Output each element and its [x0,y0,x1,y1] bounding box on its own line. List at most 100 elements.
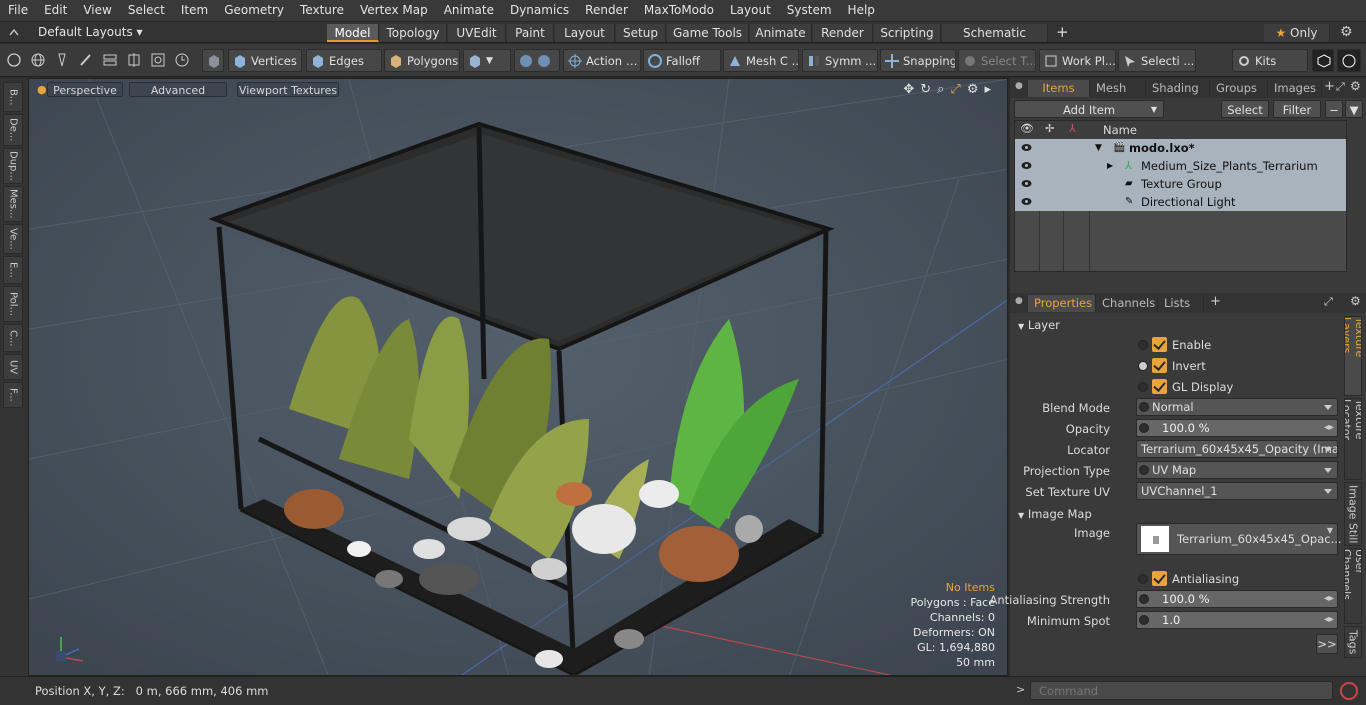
filter-button[interactable]: Filter [1273,100,1321,118]
viewport-gear-icon[interactable]: ⚙ [967,82,979,97]
more-button[interactable]: >> [1316,634,1338,654]
funnel-icon[interactable]: ▼ [1345,100,1363,118]
enable-radio[interactable] [1138,340,1148,350]
image-select[interactable]: Terrarium_60x45x45_Opac... ▼ [1136,523,1342,555]
tab-texture-layers[interactable]: Texture Layers [1344,316,1362,396]
menu-dynamics[interactable]: Dynamics [502,0,577,21]
props-menu-icon[interactable]: ● [1015,296,1023,306]
menu-system[interactable]: System [779,0,840,21]
tab-shading[interactable]: Shading [1146,80,1210,97]
snapping-button[interactable]: Snapping [880,49,956,72]
clock-icon[interactable] [174,52,190,68]
expand-icon[interactable]: ⤢ [1336,80,1345,94]
tab-channels[interactable]: Channels [1096,295,1158,312]
tab-texture-locator[interactable]: Texture Locator [1344,398,1362,480]
tab-setup[interactable]: Setup [616,24,666,42]
item-row-texture-group[interactable]: ▰ Texture Group [1015,175,1346,193]
menu-layout[interactable]: Layout [722,0,779,21]
menu-animate[interactable]: Animate [436,0,502,21]
invert-checkbox[interactable] [1152,358,1167,373]
maximize-icon[interactable]: ⤢ [950,82,960,97]
viewport-textures-button[interactable]: Viewport Textures [237,82,339,97]
left-tab-fusion[interactable]: F... [3,382,23,408]
tab-animate[interactable]: Animate [750,24,812,42]
edges-button[interactable]: Edges [306,49,382,72]
set-texture-uv-select[interactable]: UVChannel_1 [1136,482,1338,500]
align-icon[interactable] [102,52,118,68]
menu-view[interactable]: View [75,0,119,21]
kits-button[interactable]: Kits [1232,49,1308,72]
menu-maxtomodo[interactable]: MaxToModo [636,0,722,21]
tab-render[interactable]: Render [813,24,873,42]
left-tab-polygon[interactable]: Pol... [3,286,23,322]
left-tab-mesh-edit[interactable]: Mes... [3,186,23,222]
item-row-light[interactable]: ✎ Directional Light [1015,193,1346,211]
rotate-icon[interactable]: ↻ [920,82,931,97]
only-toggle[interactable]: ★ Only [1264,24,1330,42]
menu-vertex-map[interactable]: Vertex Map [352,0,436,21]
projection-type-select[interactable]: UV Map [1136,461,1338,479]
command-input[interactable] [1030,681,1333,700]
shading-button[interactable] [202,49,224,72]
add-props-tab-icon[interactable]: + [1210,294,1221,309]
perspective-button[interactable]: Perspective [47,82,123,97]
item-row-mesh[interactable]: ▶ ⅄ Medium_Size_Plants_Terrarium [1015,157,1346,175]
select-through-button[interactable]: Select T... [958,49,1036,72]
slider-arrows-icon[interactable]: ◂▸ [1324,612,1334,628]
menu-geometry[interactable]: Geometry [216,0,292,21]
left-tab-uv[interactable]: UV [3,354,23,380]
tab-groups[interactable]: Groups [1210,80,1268,97]
locator-select[interactable]: Terrarium_60x45x45_Opacity (Ima ... [1136,440,1338,458]
gear-icon[interactable]: ⚙ [1340,24,1353,40]
eye-icon[interactable] [1021,179,1032,188]
left-tab-vertex[interactable]: Ve... [3,224,23,254]
selection-sets-button[interactable]: Selecti ... [1118,49,1196,72]
polygons-button[interactable]: Polygons [384,49,460,72]
tab-mesh[interactable]: Mesh ... [1090,80,1146,112]
tab-model[interactable]: Model [327,24,379,42]
eye-icon[interactable] [1021,143,1032,152]
collapse-all-icon[interactable]: − [1325,100,1343,118]
tab-image-still[interactable]: Image Still [1344,482,1362,546]
tab-items[interactable]: Items [1028,80,1090,97]
item-mode-dropdown[interactable]: ▼ [463,49,511,72]
left-tab-deform[interactable]: De... [3,114,23,146]
viewport-dot-icon[interactable]: ● [37,82,47,97]
action-center-button[interactable]: Action… [563,49,641,72]
frame-icon[interactable] [150,52,166,68]
props-gear-icon[interactable]: ⚙ [1350,294,1361,308]
slider-arrows-icon[interactable]: ◂▸ [1324,420,1334,436]
collapse-arrow-icon[interactable]: ▶ [1107,157,1113,175]
min-spot-field[interactable]: 1.0 ◂▸ [1136,611,1338,629]
symmetry-toggle-icons[interactable] [514,49,560,72]
circle-select-icon[interactable] [6,52,22,68]
invert-radio[interactable] [1138,361,1148,371]
image-map-section-header[interactable]: ▼ Image Map [1018,507,1092,521]
menu-texture[interactable]: Texture [292,0,352,21]
pan-icon[interactable]: ✥ [903,82,914,97]
add-item-button[interactable]: Add Item ▼ [1014,100,1164,118]
play-icon[interactable]: ▸ [984,82,991,97]
layer-section-header[interactable]: ▼ Layer [1018,318,1060,332]
gl-display-radio[interactable] [1138,382,1148,392]
zoom-icon[interactable]: ⌕ [937,82,944,97]
layout-selector[interactable]: Default Layouts ▾ [38,25,143,39]
eye-icon[interactable] [1021,197,1032,206]
record-icon[interactable] [1340,682,1358,700]
brush-icon[interactable] [78,52,94,68]
panel-menu-icon[interactable]: ● [1015,81,1023,91]
aa-strength-field[interactable]: 100.0 % ◂▸ [1136,590,1338,608]
workplane-button[interactable]: Work Pl... [1039,49,1116,72]
tab-topology[interactable]: Topology [380,24,447,42]
props-expand-icon[interactable]: ⤢ [1324,295,1333,309]
unity-button[interactable] [1312,49,1334,72]
falloff-button[interactable]: Falloff [643,49,721,72]
mesh-constraint-button[interactable]: Mesh C ... [723,49,799,72]
expand-arrow-icon[interactable]: ▼ [1095,139,1102,157]
3d-viewport[interactable]: ● Perspective Advanced Viewport Textures… [28,78,1008,676]
panel-gear-icon[interactable]: ⚙ [1350,79,1361,93]
left-tab-curve[interactable]: C... [3,324,23,352]
antialiasing-radio[interactable] [1138,574,1148,584]
menu-edit[interactable]: Edit [36,0,75,21]
tab-schematic-fusion[interactable]: Schematic Fusion [942,24,1048,58]
